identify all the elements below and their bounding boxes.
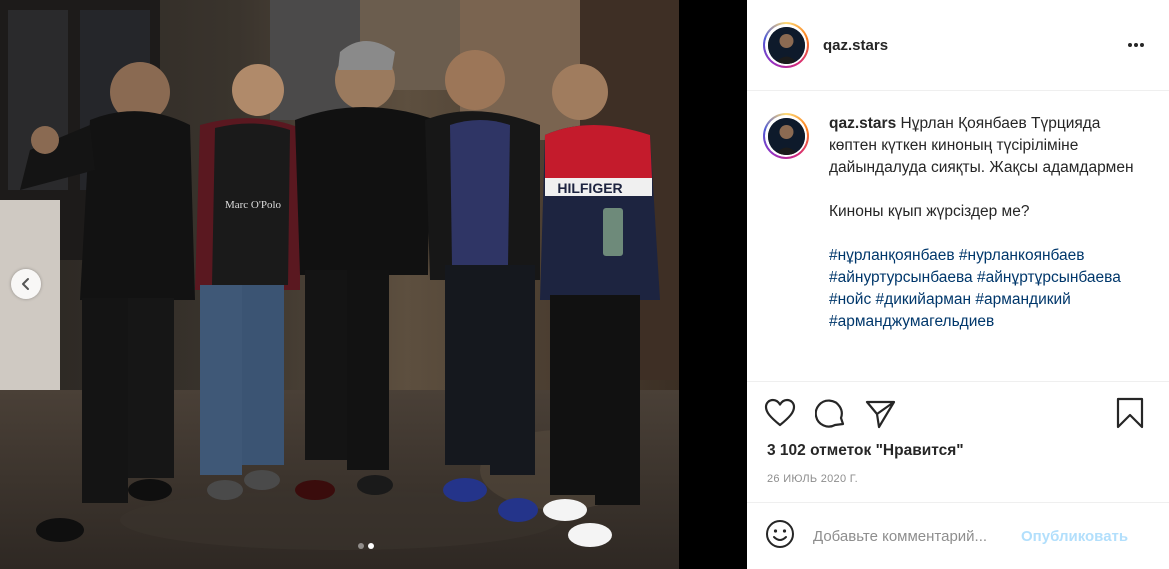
hashtag-link[interactable]: #нурланкоянбаев <box>959 247 1085 264</box>
hashtag-link[interactable]: #дикийарман <box>876 291 972 308</box>
instagram-post-view: Marc O'Polo HILFIGER qaz.stars qaz.stars… <box>0 0 1169 569</box>
caption-section: qaz.stars Нұрлан Қоянбаев Түрцияда көпте… <box>747 91 1169 378</box>
share-button[interactable] <box>865 399 897 434</box>
carousel-prev-button[interactable] <box>11 269 41 299</box>
comment-button[interactable] <box>814 398 847 435</box>
media-panel-divider <box>679 0 747 569</box>
post-sidebar: qaz.stars qaz.stars Нұрлан Қоянбаев Түрц… <box>747 0 1169 569</box>
carousel-indicator <box>358 543 374 549</box>
emoji-button[interactable] <box>765 519 795 554</box>
hashtag-link[interactable]: #нойс <box>829 291 871 308</box>
post-media[interactable]: Marc O'Polo HILFIGER <box>0 0 679 569</box>
smiley-icon <box>766 519 794 548</box>
sweater-print-text: HILFIGER <box>557 180 622 196</box>
hashtag-link[interactable]: #арманджумагельдиев <box>829 313 994 330</box>
caption-username[interactable]: qaz.stars <box>829 115 896 132</box>
hashtag-link[interactable]: #нұрланқоянбаев <box>829 247 955 264</box>
comment-icon <box>814 399 845 428</box>
avatar[interactable] <box>763 22 809 68</box>
hashtag-link[interactable]: #айнуртурсынбаева <box>829 269 973 286</box>
chevron-left-icon <box>22 278 29 290</box>
post-actions: 3 102 отметок "Нравится" 26 ИЮЛЬ 2020 Г. <box>747 381 1169 499</box>
caption-question: Киноны күып жүрсіздер ме? <box>829 203 1030 220</box>
more-options-button[interactable] <box>1127 35 1145 53</box>
publish-button[interactable]: Опубликовать <box>1021 528 1128 545</box>
heart-icon <box>764 398 796 427</box>
caption-text: qaz.stars Нұрлан Қоянбаев Түрцияда көпте… <box>829 113 1139 378</box>
header-username[interactable]: qaz.stars <box>823 37 888 54</box>
post-photo: Marc O'Polo HILFIGER <box>0 0 679 569</box>
bookmark-icon <box>1116 397 1144 429</box>
post-date[interactable]: 26 ИЮЛЬ 2020 Г. <box>767 473 858 485</box>
hashtag-link[interactable]: #айнұртұрсынбаева <box>977 269 1121 286</box>
save-button[interactable] <box>1116 397 1144 434</box>
caption-avatar[interactable] <box>763 113 809 159</box>
share-icon <box>865 400 896 429</box>
likes-count[interactable]: 3 102 отметок "Нравится" <box>767 442 964 460</box>
hashtag-list: #нұрланқоянбаев #нурланкоянбаев #айнурту… <box>829 245 1139 333</box>
like-button[interactable] <box>764 398 796 433</box>
carousel-dot-2-active <box>368 543 374 549</box>
shirt-print-text: Marc O'Polo <box>225 199 282 211</box>
more-icon <box>1128 43 1144 47</box>
comment-input[interactable] <box>813 527 1021 545</box>
post-header: qaz.stars <box>747 0 1169 91</box>
hashtag-link[interactable]: #армандикий <box>975 291 1071 308</box>
avatar-image <box>767 26 805 64</box>
add-comment-bar: Опубликовать <box>747 502 1169 569</box>
carousel-dot-1 <box>358 543 364 549</box>
